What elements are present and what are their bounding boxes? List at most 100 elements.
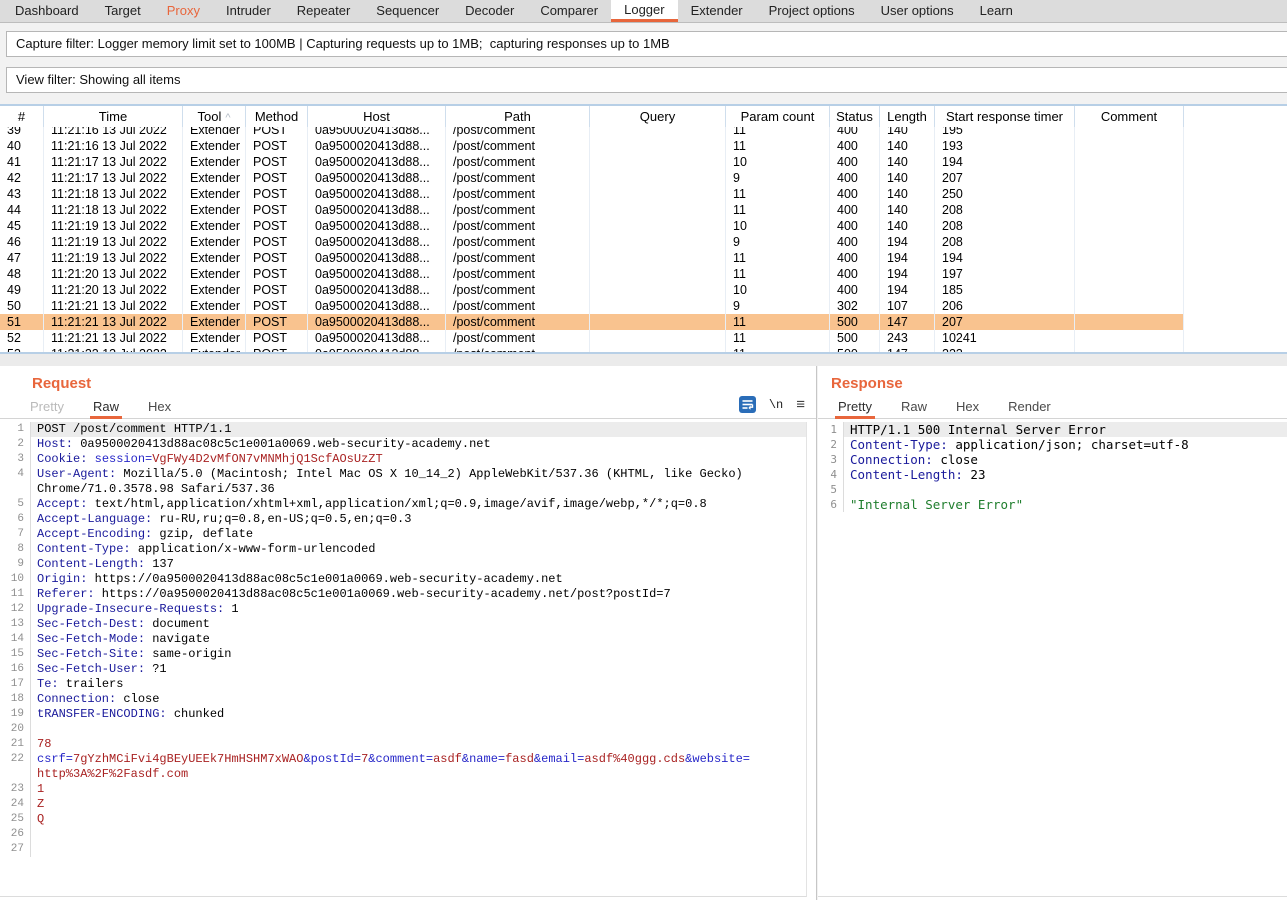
- column-header-tool[interactable]: Tool^: [183, 106, 246, 127]
- top-tab-comparer[interactable]: Comparer: [527, 0, 611, 22]
- table-cell: 42: [0, 170, 44, 186]
- editor-line: 4User-Agent: Mozilla/5.0 (Macintosh; Int…: [0, 467, 806, 482]
- log-table-body[interactable]: 3911:21:16 13 Jul 2022ExtenderPOST0a9500…: [0, 127, 1287, 352]
- column-header-time[interactable]: Time: [44, 106, 183, 127]
- table-row-48[interactable]: 4811:21:20 13 Jul 2022ExtenderPOST0a9500…: [0, 266, 1287, 282]
- editor-line: 6"Internal Server Error": [818, 497, 1287, 512]
- top-tab-proxy[interactable]: Proxy: [154, 0, 213, 22]
- table-row-53[interactable]: 5311:21:22 13 Jul 2022ExtenderPOST0a9500…: [0, 346, 1287, 352]
- column-header-filler: [1184, 106, 1287, 127]
- editor-line: 2178: [0, 737, 806, 752]
- top-tab-extender[interactable]: Extender: [678, 0, 756, 22]
- top-tab-decoder[interactable]: Decoder: [452, 0, 527, 22]
- table-cell: 194: [880, 234, 935, 250]
- editor-line: 22csrf=7gYzhMCiFvi4gBEyUEEk7HmHSHM7xWAO&…: [0, 752, 806, 767]
- table-row-40[interactable]: 4011:21:16 13 Jul 2022ExtenderPOST0a9500…: [0, 138, 1287, 154]
- response-tab-hex[interactable]: Hex: [953, 398, 982, 416]
- newline-toggle[interactable]: \n: [769, 398, 783, 412]
- table-cell: Extender: [183, 234, 246, 250]
- capture-filter-bar[interactable]: Capture filter: Logger memory limit set …: [6, 31, 1287, 57]
- table-cell: 11:21:16 13 Jul 2022: [44, 138, 183, 154]
- text-segment: Host:: [37, 437, 73, 451]
- table-cell: [590, 234, 726, 250]
- table-cell: 10: [726, 154, 830, 170]
- top-tab-user-options[interactable]: User options: [868, 0, 967, 22]
- request-editor[interactable]: 1POST /post/comment HTTP/1.12Host: 0a950…: [0, 422, 807, 897]
- column-header-length[interactable]: Length: [880, 106, 935, 127]
- table-row-52[interactable]: 5211:21:21 13 Jul 2022ExtenderPOST0a9500…: [0, 330, 1287, 346]
- editor-line: 6Accept-Language: ru-RU,ru;q=0.8,en-US;q…: [0, 512, 806, 527]
- table-row-50[interactable]: 5011:21:21 13 Jul 2022ExtenderPOST0a9500…: [0, 298, 1287, 314]
- column-header-path[interactable]: Path: [446, 106, 590, 127]
- response-panel-title: Response: [831, 375, 903, 392]
- request-tab-hex[interactable]: Hex: [145, 398, 174, 416]
- top-tab-target[interactable]: Target: [92, 0, 154, 22]
- request-tab-pretty[interactable]: Pretty: [27, 398, 67, 416]
- top-tab-intruder[interactable]: Intruder: [213, 0, 284, 22]
- table-cell-filler: [1184, 314, 1287, 330]
- column-header-query[interactable]: Query: [590, 106, 726, 127]
- table-cell: 11:21:22 13 Jul 2022: [44, 346, 183, 352]
- table-cell: 11:21:21 13 Jul 2022: [44, 298, 183, 314]
- table-cell: /post/comment: [446, 170, 590, 186]
- line-number: 3: [818, 452, 844, 467]
- table-cell: 0a9500020413d88...: [308, 127, 446, 138]
- editor-line: 24Z: [0, 797, 806, 812]
- response-editor[interactable]: 1HTTP/1.1 500 Internal Server Error2Cont…: [818, 422, 1287, 897]
- table-cell: Extender: [183, 314, 246, 330]
- editor-line: 17Te: trailers: [0, 677, 806, 692]
- table-cell: 46: [0, 234, 44, 250]
- line-number: 19: [0, 707, 31, 722]
- view-filter-bar[interactable]: View filter: Showing all items: [6, 67, 1287, 93]
- response-tab-pretty[interactable]: Pretty: [835, 398, 875, 419]
- text-segment: csrf=: [37, 752, 73, 766]
- table-row-39[interactable]: 3911:21:16 13 Jul 2022ExtenderPOST0a9500…: [0, 127, 1287, 138]
- column-header-method[interactable]: Method: [246, 106, 308, 127]
- column-label: Status: [836, 109, 873, 124]
- table-row-41[interactable]: 4111:21:17 13 Jul 2022ExtenderPOST0a9500…: [0, 154, 1287, 170]
- table-cell: 11:21:18 13 Jul 2022: [44, 186, 183, 202]
- text-segment: ?1: [145, 662, 167, 676]
- word-wrap-icon[interactable]: [739, 396, 756, 413]
- text-segment: 78: [37, 737, 51, 751]
- table-cell: [590, 127, 726, 138]
- table-row-49[interactable]: 4911:21:20 13 Jul 2022ExtenderPOST0a9500…: [0, 282, 1287, 298]
- text-segment: Referer:: [37, 587, 95, 601]
- table-row-51[interactable]: 5111:21:21 13 Jul 2022ExtenderPOST0a9500…: [0, 314, 1287, 330]
- table-cell: /post/comment: [446, 127, 590, 138]
- table-cell: [1075, 154, 1184, 170]
- table-row-42[interactable]: 4211:21:17 13 Jul 2022ExtenderPOST0a9500…: [0, 170, 1287, 186]
- menu-icon[interactable]: ≡: [796, 396, 805, 413]
- top-tab-sequencer[interactable]: Sequencer: [363, 0, 452, 22]
- column-header-status[interactable]: Status: [830, 106, 880, 127]
- table-row-44[interactable]: 4411:21:18 13 Jul 2022ExtenderPOST0a9500…: [0, 202, 1287, 218]
- table-row-45[interactable]: 4511:21:19 13 Jul 2022ExtenderPOST0a9500…: [0, 218, 1287, 234]
- column-header-start-response-timer[interactable]: Start response timer: [935, 106, 1075, 127]
- table-cell: 0a9500020413d88...: [308, 330, 446, 346]
- line-content: tRANSFER-ENCODING: chunked: [31, 707, 806, 722]
- response-tab-raw[interactable]: Raw: [898, 398, 930, 416]
- table-cell: 11: [726, 346, 830, 352]
- top-tab-logger[interactable]: Logger: [611, 0, 677, 22]
- table-row-47[interactable]: 4711:21:19 13 Jul 2022ExtenderPOST0a9500…: [0, 250, 1287, 266]
- table-cell: 0a9500020413d88...: [308, 138, 446, 154]
- response-tab-render[interactable]: Render: [1005, 398, 1054, 416]
- top-tab-repeater[interactable]: Repeater: [284, 0, 363, 22]
- sort-ascending-icon: ^: [225, 112, 230, 124]
- top-tab-learn[interactable]: Learn: [967, 0, 1026, 22]
- column-header-host[interactable]: Host: [308, 106, 446, 127]
- horizontal-splitter[interactable]: [0, 354, 1287, 366]
- column-header-comment[interactable]: Comment: [1075, 106, 1184, 127]
- table-cell: [1075, 170, 1184, 186]
- table-row-43[interactable]: 4311:21:18 13 Jul 2022ExtenderPOST0a9500…: [0, 186, 1287, 202]
- request-tab-raw[interactable]: Raw: [90, 398, 122, 419]
- request-toolbar: \n ≡: [739, 396, 805, 413]
- top-tab-dashboard[interactable]: Dashboard: [2, 0, 92, 22]
- table-row-46[interactable]: 4611:21:19 13 Jul 2022ExtenderPOST0a9500…: [0, 234, 1287, 250]
- column-header-blank[interactable]: #: [0, 106, 44, 127]
- top-tab-project-options[interactable]: Project options: [756, 0, 868, 22]
- text-segment: text/html,application/xhtml+xml,applicat…: [87, 497, 706, 511]
- table-cell: /post/comment: [446, 234, 590, 250]
- column-header-param-count[interactable]: Param count: [726, 106, 830, 127]
- table-cell: 194: [935, 154, 1075, 170]
